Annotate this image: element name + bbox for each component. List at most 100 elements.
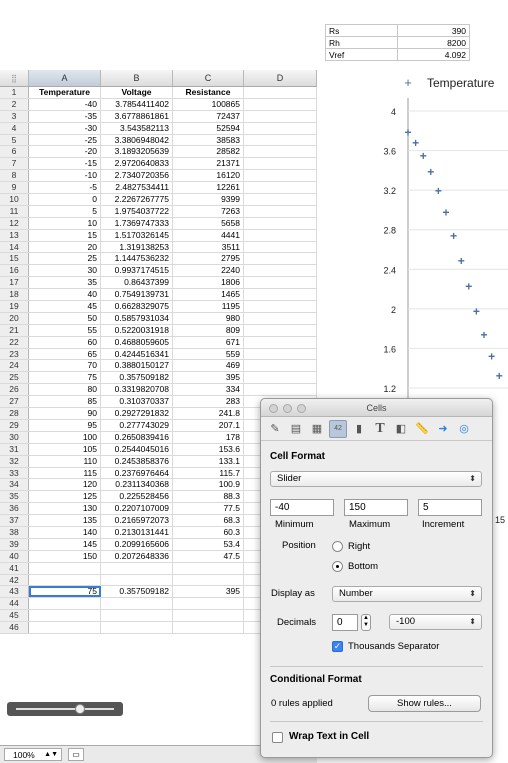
cell-c[interactable]: 469	[173, 360, 244, 372]
cell-b[interactable]	[101, 562, 173, 574]
increment-field[interactable]: 5	[418, 499, 482, 516]
zoom-button[interactable]	[297, 404, 306, 413]
cell-c[interactable]: 5658	[173, 217, 244, 229]
maximum-field[interactable]: 150	[344, 499, 408, 516]
cell-d[interactable]	[244, 182, 317, 194]
cell-a[interactable]: 80	[29, 384, 101, 396]
row-number[interactable]: 16	[0, 265, 29, 277]
cell-c[interactable]: 241.8	[173, 408, 244, 419]
cell-a[interactable]: 45	[29, 301, 101, 312]
slider-track[interactable]	[16, 708, 114, 710]
cell-a[interactable]: -20	[29, 146, 101, 158]
cell-format-select[interactable]: Slider ⬍	[270, 471, 482, 487]
wrap-text-checkbox[interactable]	[272, 732, 283, 743]
cell-a[interactable]: 90	[29, 408, 101, 419]
cell-b[interactable]: 1.7369747333	[101, 217, 173, 229]
cell-a[interactable]: 20	[29, 241, 101, 253]
row-number[interactable]: 40	[0, 550, 29, 562]
cell-c[interactable]: 12261	[173, 182, 244, 194]
cell-c[interactable]: 53.4	[173, 538, 244, 550]
cell-c[interactable]: 21371	[173, 158, 244, 170]
row-number[interactable]: 46	[0, 622, 29, 633]
document-icon[interactable]: ✎	[266, 420, 284, 438]
cell-b[interactable]	[101, 622, 173, 633]
cell-a[interactable]: -5	[29, 182, 101, 194]
cell-c[interactable]: 671	[173, 336, 244, 348]
cell-a[interactable]	[29, 622, 101, 633]
cell-a[interactable]: 30	[29, 265, 101, 277]
param-key[interactable]: Rs	[325, 24, 398, 37]
cell-a[interactable]: 150	[29, 550, 101, 562]
cell-a[interactable]: 110	[29, 455, 101, 467]
cell-b[interactable]: 0.86437399	[101, 277, 173, 289]
cell-a[interactable]: -15	[29, 158, 101, 170]
row-number[interactable]: 38	[0, 526, 29, 538]
cell-b[interactable]: 3.6778861861	[101, 110, 173, 122]
param-value[interactable]: 8200	[397, 36, 470, 49]
text-icon[interactable]: T	[371, 420, 389, 438]
cell-c[interactable]: 77.5	[173, 503, 244, 515]
row-number[interactable]: 25	[0, 372, 29, 384]
cell-d[interactable]	[244, 253, 317, 265]
cell-slider-control[interactable]	[7, 702, 123, 716]
cell-a[interactable]: 5	[29, 205, 101, 217]
cell-c[interactable]	[173, 598, 244, 610]
cell-a[interactable]: 130	[29, 503, 101, 515]
cell-c[interactable]: 72437	[173, 110, 244, 122]
row-number[interactable]: 34	[0, 479, 29, 491]
graphic-icon[interactable]: ◧	[392, 420, 410, 438]
row-number[interactable]: 8	[0, 170, 29, 182]
row-number[interactable]: 1	[0, 87, 29, 98]
row-number[interactable]: 37	[0, 515, 29, 526]
cell-b[interactable]: 0.2207107009	[101, 503, 173, 515]
row-number[interactable]: 2	[0, 98, 29, 110]
cell-b[interactable]: 3.7854411402	[101, 98, 173, 110]
cell-d[interactable]	[244, 87, 317, 98]
cell-c[interactable]: 133.1	[173, 455, 244, 467]
row-number[interactable]: 11	[0, 205, 29, 217]
hyperlink-icon[interactable]: ➜	[434, 420, 452, 438]
cell-c[interactable]: 559	[173, 348, 244, 360]
cell-c[interactable]: 88.3	[173, 491, 244, 503]
cell-b[interactable]: 3.543582113	[101, 122, 173, 134]
cell-c[interactable]: 395	[173, 372, 244, 384]
row-number[interactable]: 4	[0, 122, 29, 134]
cell-a[interactable]: -35	[29, 110, 101, 122]
cell-d[interactable]	[244, 324, 317, 336]
cell-d[interactable]	[244, 384, 317, 396]
cell-b[interactable]: 0.4244516341	[101, 348, 173, 360]
cell-c[interactable]: 60.3	[173, 526, 244, 538]
cell-a[interactable]: 0	[29, 194, 101, 205]
cell-d[interactable]	[244, 158, 317, 170]
cell-c[interactable]: 809	[173, 324, 244, 336]
cell-d[interactable]	[244, 110, 317, 122]
row-number[interactable]: 7	[0, 158, 29, 170]
cell-c[interactable]: 1806	[173, 277, 244, 289]
cell-a[interactable]: 70	[29, 360, 101, 372]
cell-b[interactable]: 0.2376976464	[101, 467, 173, 479]
cell-d[interactable]	[244, 265, 317, 277]
row-number[interactable]: 5	[0, 134, 29, 146]
cell-c[interactable]: 2240	[173, 265, 244, 277]
cell-b[interactable]: 2.7340720356	[101, 170, 173, 182]
cell-a[interactable]: Temperature	[29, 87, 101, 98]
row-number[interactable]: 31	[0, 443, 29, 455]
layout-icon[interactable]: ▤	[287, 420, 305, 438]
cell-a[interactable]: 105	[29, 443, 101, 455]
cell-d[interactable]	[244, 372, 317, 384]
cell-c[interactable]: 100.9	[173, 479, 244, 491]
page-view-button[interactable]: ▭	[68, 748, 84, 761]
row-number[interactable]: 39	[0, 538, 29, 550]
row-number[interactable]: 15	[0, 253, 29, 265]
cell-b[interactable]: 0.3319820708	[101, 384, 173, 396]
cell-b[interactable]: 0.3880150127	[101, 360, 173, 372]
cell-b[interactable]: 0.357509182	[101, 372, 173, 384]
row-number[interactable]: 19	[0, 301, 29, 312]
cell-d[interactable]	[244, 301, 317, 312]
cell-c[interactable]: 7263	[173, 205, 244, 217]
cell-c[interactable]: 115.7	[173, 467, 244, 479]
select-all-corner[interactable]: ⣿	[0, 70, 29, 86]
cell-a[interactable]: 60	[29, 336, 101, 348]
cell-c[interactable]: 9399	[173, 194, 244, 205]
cell-a[interactable]: 40	[29, 289, 101, 301]
